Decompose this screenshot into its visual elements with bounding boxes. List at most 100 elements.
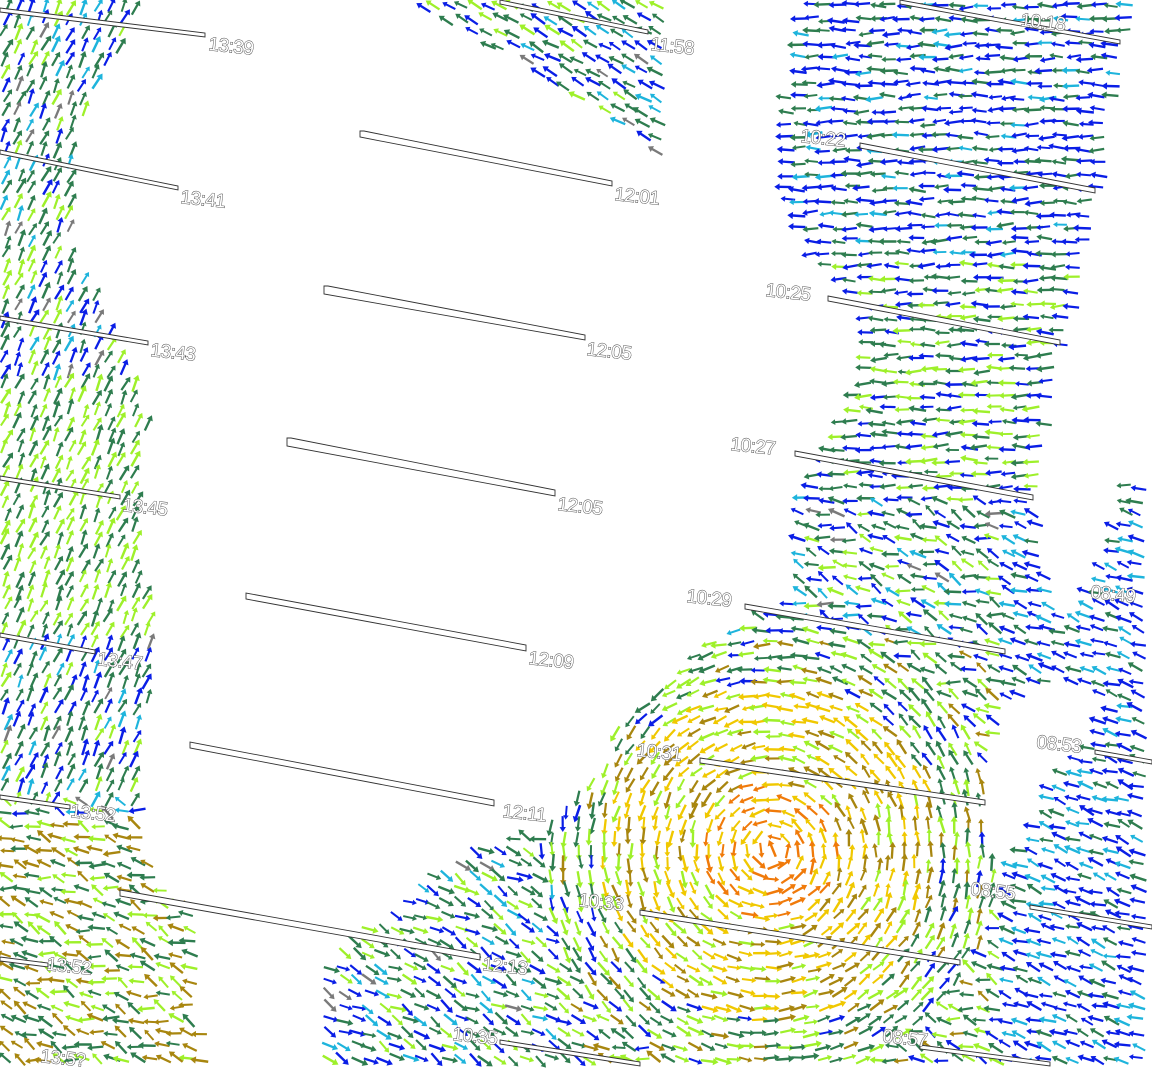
wind-arrow	[64, 267, 79, 286]
wind-arrow	[713, 779, 731, 796]
wind-arrow	[817, 563, 836, 572]
swath-time-label: 10:27	[729, 434, 776, 460]
wind-arrow	[1024, 623, 1042, 632]
wind-arrow	[638, 935, 653, 951]
wind-arrow	[1128, 1053, 1143, 1061]
wind-arrow	[674, 950, 691, 964]
wind-arrow	[697, 740, 717, 757]
wind-arrow	[948, 624, 963, 631]
wind-arrow	[747, 702, 766, 712]
wind-arrow	[63, 555, 76, 573]
wind-arrow	[825, 584, 845, 599]
wind-arrow	[880, 723, 899, 740]
wind-arrow	[40, 423, 55, 442]
wind-arrow	[566, 88, 587, 103]
wind-arrow	[1034, 249, 1053, 258]
wind-arrow	[24, 243, 39, 263]
wind-arrow	[1117, 938, 1135, 949]
wind-arrow	[985, 662, 1002, 675]
wind-arrow	[815, 543, 831, 557]
wind-arrow	[946, 495, 961, 503]
wind-arrow	[35, 1002, 52, 1013]
wind-arrow	[27, 558, 39, 575]
wind-arrow	[920, 606, 940, 624]
wind-arrow	[766, 821, 782, 831]
wind-arrow	[49, 86, 65, 107]
wind-arrow	[714, 675, 731, 685]
wind-arrow	[12, 751, 26, 767]
wind-arrow	[1100, 714, 1120, 727]
wind-arrow	[945, 273, 961, 282]
wind-arrow	[1035, 223, 1051, 231]
wind-arrow	[594, 66, 610, 79]
wind-arrow	[957, 1043, 974, 1051]
wind-arrow	[894, 393, 910, 401]
wind-arrow	[663, 921, 680, 939]
wind-arrow	[11, 191, 26, 210]
wind-arrow	[0, 99, 14, 118]
wind-arrow	[1049, 950, 1067, 960]
wind-arrow	[648, 762, 663, 781]
wind-arrow	[644, 64, 665, 79]
wind-arrow	[711, 973, 729, 987]
wind-arrow	[984, 455, 999, 462]
wind-arrow	[959, 548, 975, 558]
wind-arrow	[76, 541, 91, 560]
wind-arrow	[998, 445, 1016, 454]
wind-arrow	[881, 56, 896, 63]
wind-arrow	[53, 764, 66, 781]
wind-arrow	[983, 711, 1002, 728]
swath-time-label: 13:52	[69, 801, 116, 827]
wind-arrow	[322, 1013, 340, 1024]
wind-arrow	[1130, 622, 1146, 636]
wind-arrow	[802, 40, 820, 49]
wind-arrow	[92, 348, 107, 367]
wind-arrow	[638, 842, 646, 859]
wind-arrow	[465, 0, 484, 13]
wind-arrow	[648, 726, 663, 742]
wind-arrow	[950, 801, 960, 819]
wind-arrow	[116, 463, 133, 482]
wind-arrow	[727, 805, 742, 820]
wind-arrow	[715, 855, 726, 873]
wind-arrow	[916, 260, 936, 271]
wind-arrow	[1062, 1027, 1079, 1037]
wind-arrow	[930, 1030, 948, 1040]
wind-arrow	[609, 804, 624, 825]
wind-arrow	[712, 807, 728, 822]
wind-arrow	[814, 250, 830, 258]
wind-arrow	[736, 769, 754, 782]
wind-arrow	[1115, 691, 1133, 704]
wind-arrow	[102, 580, 114, 599]
wind-arrow	[826, 117, 844, 126]
wind-arrow	[803, 470, 821, 481]
wind-arrow	[869, 1, 887, 11]
wind-arrow	[774, 93, 792, 102]
wind-arrow	[826, 494, 846, 507]
wind-arrow	[1130, 949, 1147, 958]
wind-arrow	[1047, 822, 1066, 832]
wind-arrow	[726, 792, 742, 806]
wind-arrow	[102, 883, 119, 892]
wind-arrow	[142, 1027, 156, 1042]
wind-arrow	[898, 958, 913, 976]
wind-arrow	[1074, 844, 1091, 856]
wind-arrow	[907, 430, 924, 438]
wind-arrow	[712, 1012, 730, 1024]
wind-arrow	[138, 880, 156, 895]
wind-arrow	[79, 36, 91, 53]
wind-arrow	[88, 1028, 104, 1036]
wind-arrow	[570, 804, 584, 824]
wind-arrow	[802, 494, 820, 502]
wind-arrow	[546, 869, 555, 886]
wind-arrow	[620, 12, 639, 27]
wind-arrow	[320, 1039, 340, 1053]
wind-arrow	[1026, 599, 1042, 610]
wind-arrow	[922, 561, 937, 568]
wind-arrow	[831, 51, 849, 61]
wind-arrow	[997, 104, 1016, 113]
wind-arrow	[813, 753, 831, 768]
wind-arrow	[503, 921, 519, 939]
wind-arrow	[609, 946, 622, 964]
wind-arrow	[858, 751, 872, 767]
